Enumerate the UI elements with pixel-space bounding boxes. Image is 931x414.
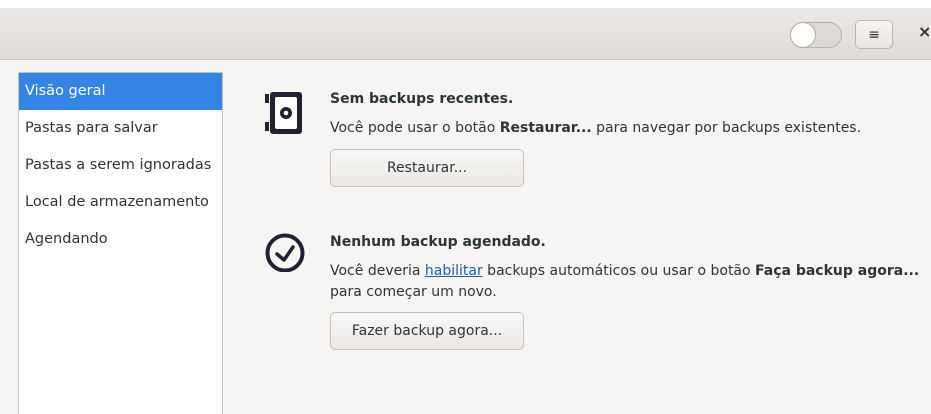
menu-button[interactable]: ≡ (855, 20, 893, 49)
sidebar-item-scheduling[interactable]: Agendando (19, 221, 222, 258)
backup-now-button-label: Fazer backup agora... (351, 323, 503, 339)
schedule-text-end: para começar um novo. (330, 284, 497, 300)
schedule-text: Você deveria (330, 263, 425, 279)
enable-link[interactable]: habilitar (425, 263, 483, 279)
sidebar-item-storage-location[interactable]: Local de armazenamento (19, 184, 222, 221)
toggle-knob (790, 22, 816, 48)
sidebar-item-overview[interactable]: Visão geral (19, 73, 222, 110)
backups-text-end: para navegar por backups existentes. (591, 120, 862, 136)
close-icon[interactable]: × (918, 22, 931, 41)
sidebar-item-folders-to-save[interactable]: Pastas para salvar (19, 110, 222, 147)
restore-button[interactable]: Restaurar... (330, 149, 524, 187)
sidebar-item-folders-to-ignore[interactable]: Pastas a serem ignoradas (19, 147, 222, 184)
backups-description: Você pode usar o botão Restaurar... para… (330, 118, 930, 139)
toggle-switch[interactable] (790, 22, 842, 48)
schedule-description: Você deveria habilitar backups automátic… (330, 261, 930, 303)
backup-now-button[interactable]: Fazer backup agora... (330, 312, 524, 350)
clock-icon (265, 233, 305, 272)
backups-text-bold: Restaurar... (499, 120, 592, 136)
header-bar: ≡ × (0, 0, 931, 60)
restore-button-label: Restaurar... (386, 160, 468, 176)
hamburger-menu-icon: ≡ (868, 26, 880, 43)
sidebar: Visão geral Pastas para salvar Pastas a … (18, 72, 223, 414)
safe-icon (265, 92, 302, 134)
backups-text: Você pode usar o botão (330, 120, 500, 136)
backups-title: Sem backups recentes. (330, 91, 514, 107)
schedule-text-mid: backups automáticos ou usar o botão (482, 263, 756, 279)
schedule-title: Nenhum backup agendado. (330, 234, 546, 250)
schedule-text-bold: Faça backup agora... (755, 263, 920, 279)
